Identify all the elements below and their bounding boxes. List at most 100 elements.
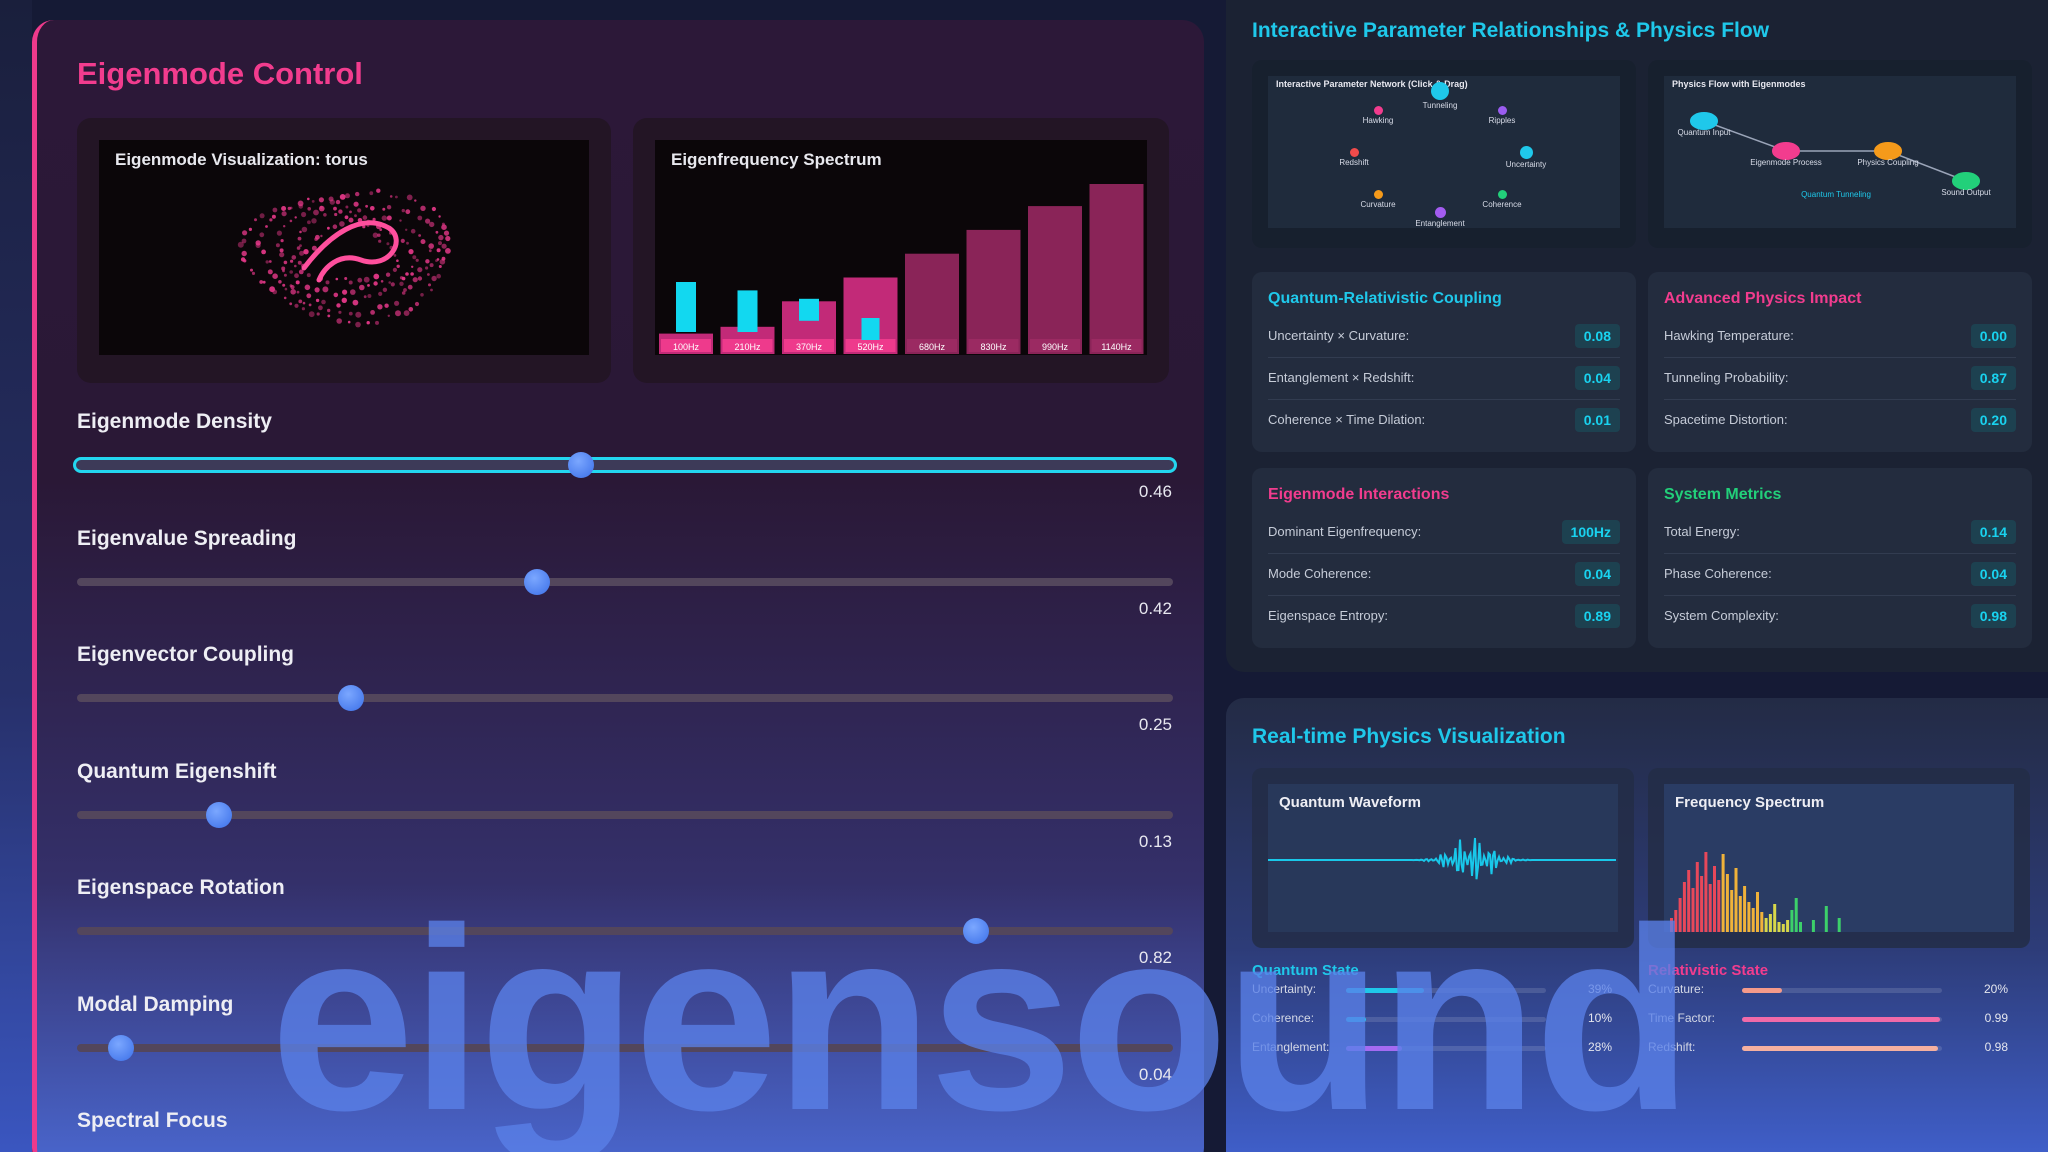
- slider-thumb[interactable]: [524, 568, 551, 595]
- slider-value: 0.25: [1138, 715, 1172, 734]
- slider-thumb[interactable]: [568, 452, 595, 478]
- metric-row: System Complexity: 0.98: [1664, 596, 2016, 638]
- metric-card-title: Eigenmode Interactions: [1268, 486, 1450, 503]
- state-bar: [1742, 1017, 1942, 1022]
- slider-thumb[interactable]: [107, 1034, 134, 1061]
- torus-point: [294, 216, 297, 219]
- slider-track[interactable]: [77, 577, 1173, 586]
- torus-point: [408, 249, 414, 255]
- eigenmode-visualization-canvas[interactable]: Eigenmode Visualization: torus: [99, 140, 589, 355]
- waveform-path: [1268, 837, 1616, 880]
- torus-point: [357, 208, 362, 213]
- torus-point: [410, 228, 416, 234]
- torus-point: [357, 277, 363, 283]
- torus-point: [385, 272, 391, 277]
- torus-point: [382, 287, 388, 292]
- torus-point: [352, 299, 359, 306]
- torus-point: [399, 219, 402, 222]
- network-node[interactable]: [1497, 105, 1507, 115]
- network-node[interactable]: [1497, 189, 1507, 199]
- torus-point: [375, 320, 379, 325]
- slider-track[interactable]: [73, 457, 1177, 473]
- metric-value: 0.14: [1970, 520, 2016, 544]
- metric-label: Coherence × Time Dilation:: [1268, 412, 1426, 427]
- slider-label: Modal Damping: [77, 992, 234, 1016]
- torus-point: [396, 264, 400, 268]
- torus-point: [394, 300, 400, 306]
- torus-point: [353, 201, 359, 207]
- parameter-network-canvas[interactable]: Interactive Parameter Network (Click & D…: [1268, 76, 1620, 228]
- torus-point: [241, 250, 247, 257]
- torus-point: [406, 194, 413, 201]
- spectrum-tick-label: 1140Hz: [1101, 342, 1132, 352]
- frequency-bar: [1730, 890, 1734, 932]
- slider-label: Quantum Eigenshift: [77, 759, 277, 783]
- torus-point: [315, 234, 320, 240]
- metric-row: Spacetime Distortion: 0.20: [1664, 400, 2016, 442]
- torus-point: [388, 281, 392, 284]
- torus-point: [406, 241, 409, 245]
- torus-point: [435, 230, 439, 234]
- torus-point: [420, 205, 426, 211]
- torus-point: [290, 259, 294, 263]
- metric-row: Phase Coherence: 0.04: [1664, 554, 2016, 596]
- metric-value: 100Hz: [1561, 520, 1620, 544]
- metric-row: Mode Coherence: 0.04: [1268, 554, 1620, 596]
- metric-label: Phase Coherence:: [1664, 566, 1772, 581]
- metric-value: 0.04: [1574, 562, 1620, 586]
- torus-point: [254, 218, 257, 222]
- state-bar: [1742, 988, 1942, 993]
- torus-point: [350, 289, 356, 295]
- eigenfrequency-spectrum-canvas[interactable]: Eigenfrequency Spectrum 100Hz 210Hz 370Hz 5…: [655, 140, 1147, 355]
- torus-point: [386, 205, 392, 210]
- network-node[interactable]: [1519, 145, 1533, 159]
- physics-flow-canvas[interactable]: Physics Flow with Eigenmodes Quantum Inp…: [1664, 76, 2016, 228]
- slider-thumb[interactable]: [338, 685, 364, 711]
- torus-point: [414, 199, 417, 202]
- background-strip: [0, 0, 32, 1152]
- slider-label: Eigenspace Rotation: [77, 876, 285, 899]
- torus-point: [302, 301, 306, 305]
- frequency-bar: [1773, 904, 1777, 932]
- torus-point: [272, 273, 278, 279]
- torus-point: [283, 273, 287, 277]
- torus-point: [431, 206, 436, 212]
- network-node[interactable]: [1373, 189, 1383, 199]
- torus-point: [345, 205, 349, 209]
- torus-point: [281, 211, 287, 217]
- network-node-label: Tunneling: [1422, 101, 1458, 110]
- torus-point: [269, 218, 273, 222]
- slider-value: 0.13: [1138, 831, 1172, 851]
- slider-thumb[interactable]: [206, 801, 233, 828]
- flow-node-label: Eigenmode Process: [1750, 158, 1822, 167]
- network-node[interactable]: [1373, 105, 1383, 115]
- frequency-spectrum-canvas[interactable]: Frequency Spectrum: [1664, 784, 2014, 932]
- spectrum-bar: [905, 253, 959, 354]
- torus-point: [399, 281, 404, 286]
- spectrum-marker: [676, 282, 696, 332]
- state-bar-fill: [1742, 1046, 1938, 1051]
- network-node[interactable]: [1434, 206, 1446, 218]
- torus-point: [377, 233, 381, 237]
- torus-point: [318, 305, 323, 311]
- frequency-bar: [1704, 852, 1708, 932]
- network-node[interactable]: [1349, 147, 1359, 157]
- torus-point: [443, 230, 450, 236]
- frequency-bar: [1786, 920, 1790, 932]
- torus-point: [365, 204, 368, 208]
- slider-track[interactable]: [77, 810, 1173, 819]
- torus-point: [259, 213, 265, 219]
- torus-point: [417, 267, 423, 273]
- slider-track[interactable]: [77, 694, 1173, 702]
- torus-point: [373, 281, 378, 286]
- torus-point: [336, 303, 341, 308]
- torus-point: [429, 263, 434, 268]
- torus-point: [441, 243, 447, 249]
- torus-point: [400, 238, 405, 243]
- frequency-bar: [1811, 920, 1815, 932]
- torus-point: [349, 210, 352, 214]
- network-node[interactable]: [1431, 82, 1449, 100]
- torus-point: [291, 255, 297, 260]
- torus-point: [359, 284, 365, 291]
- metric-card: Advanced Physics Impact Hawking Temperatu…: [1648, 272, 2032, 452]
